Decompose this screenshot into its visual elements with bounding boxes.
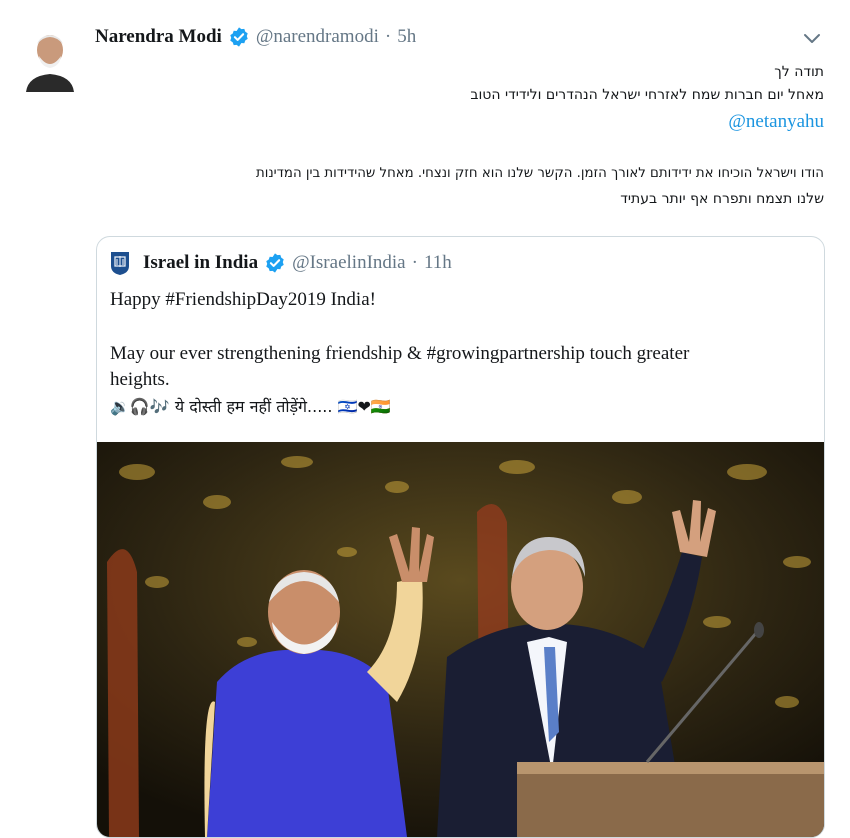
separator: · [384,26,392,47]
quoted-tweet[interactable]: Israel in India @IsraelinIndia · 11h Hap… [96,236,825,838]
verified-badge-icon [230,27,248,47]
tweet-time[interactable]: 5h [397,26,416,48]
tweet-text-line: הודו וישראל הוכיחו את ידידותם לאורך הזמן… [256,166,824,181]
israel-emblem-icon [111,252,129,275]
quoted-tweet-time[interactable]: 11h [424,252,452,274]
author-handle[interactable]: @narendramodi [256,26,379,48]
separator: · [411,252,418,273]
tweet-text-line: מאחל יום חברות שמח לאזרחי ישראל הנהדרים … [470,87,824,103]
quoted-tweet-header: Israel in India @IsraelinIndia · 11h [109,249,452,277]
quoted-author-handle[interactable]: @IsraelinIndia [292,252,406,274]
verified-badge-icon [266,253,284,273]
quoted-text-line: May our ever strengthening friendship & … [110,343,690,364]
quoted-tweet-image[interactable] [97,442,824,837]
quoted-text-line: Happy #FriendshipDay2019 India! [110,289,376,310]
emoji-speaker-headphones-music: 🔉🎧🎶 [110,397,170,416]
photo-two-leaders-waving [97,442,824,837]
tweet-text-line: שלנו תצמח ותפרח אף יותר בעתיד [620,191,824,207]
author-avatar[interactable] [24,26,76,92]
quoted-author-name[interactable]: Israel in India [143,252,258,274]
tweet-header: Narendra Modi @narendramodi · 5h [95,22,416,52]
mention-link[interactable]: @netanyahu [728,111,824,133]
author-name[interactable]: Narendra Modi [95,26,222,48]
quoted-text-line: heights. [110,369,170,390]
tweet-text-line: תודה לך [774,64,824,80]
quoted-text-line: 🔉🎧🎶 ये दोस्ती हम नहीं तोड़ेंगे..... 🇮🇱❤🇮… [110,395,391,417]
chevron-down-icon[interactable] [800,26,824,50]
emoji-flags-heart: 🇮🇱❤🇮🇳 [337,397,391,416]
hindi-text: ये दोस्ती हम नहीं तोड़ेंगे..... [174,397,333,416]
